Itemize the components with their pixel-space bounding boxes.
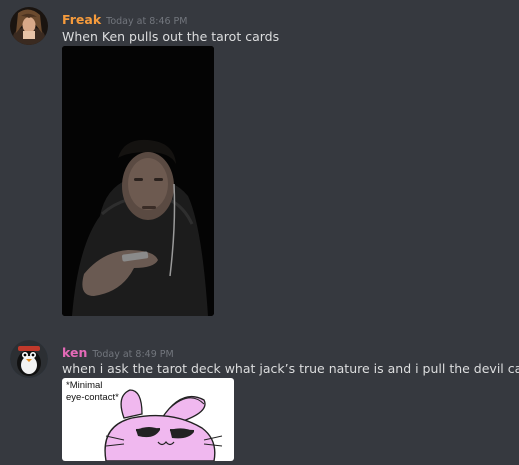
username[interactable]: Freak (62, 12, 101, 27)
avatar-freak[interactable] (10, 7, 48, 45)
message-header: ken Today at 8:49 PM (62, 342, 174, 360)
user-avatar-penguin (10, 340, 48, 378)
timestamp: Today at 8:46 PM (106, 16, 188, 27)
image-attachment[interactable]: *Minimal eye-contact* (62, 378, 234, 461)
message-ken: ken Today at 8:49 PM when i ask the tarot… (0, 330, 519, 465)
username[interactable]: ken (62, 345, 87, 360)
message-freak: Freak Today at 8:46 PM When Ken pulls out… (0, 0, 519, 330)
photo-image (62, 46, 214, 316)
image-attachment[interactable] (62, 46, 214, 316)
user-avatar-photo (10, 7, 48, 45)
pink-bunny-image (104, 389, 223, 461)
message-text: when i ask the tarot deck what jack’s tr… (62, 361, 519, 376)
avatar-ken[interactable] (10, 340, 48, 378)
message-text: When Ken pulls out the tarot cards (62, 29, 280, 44)
timestamp: Today at 8:49 PM (92, 349, 174, 360)
message-header: Freak Today at 8:46 PM (62, 9, 188, 27)
